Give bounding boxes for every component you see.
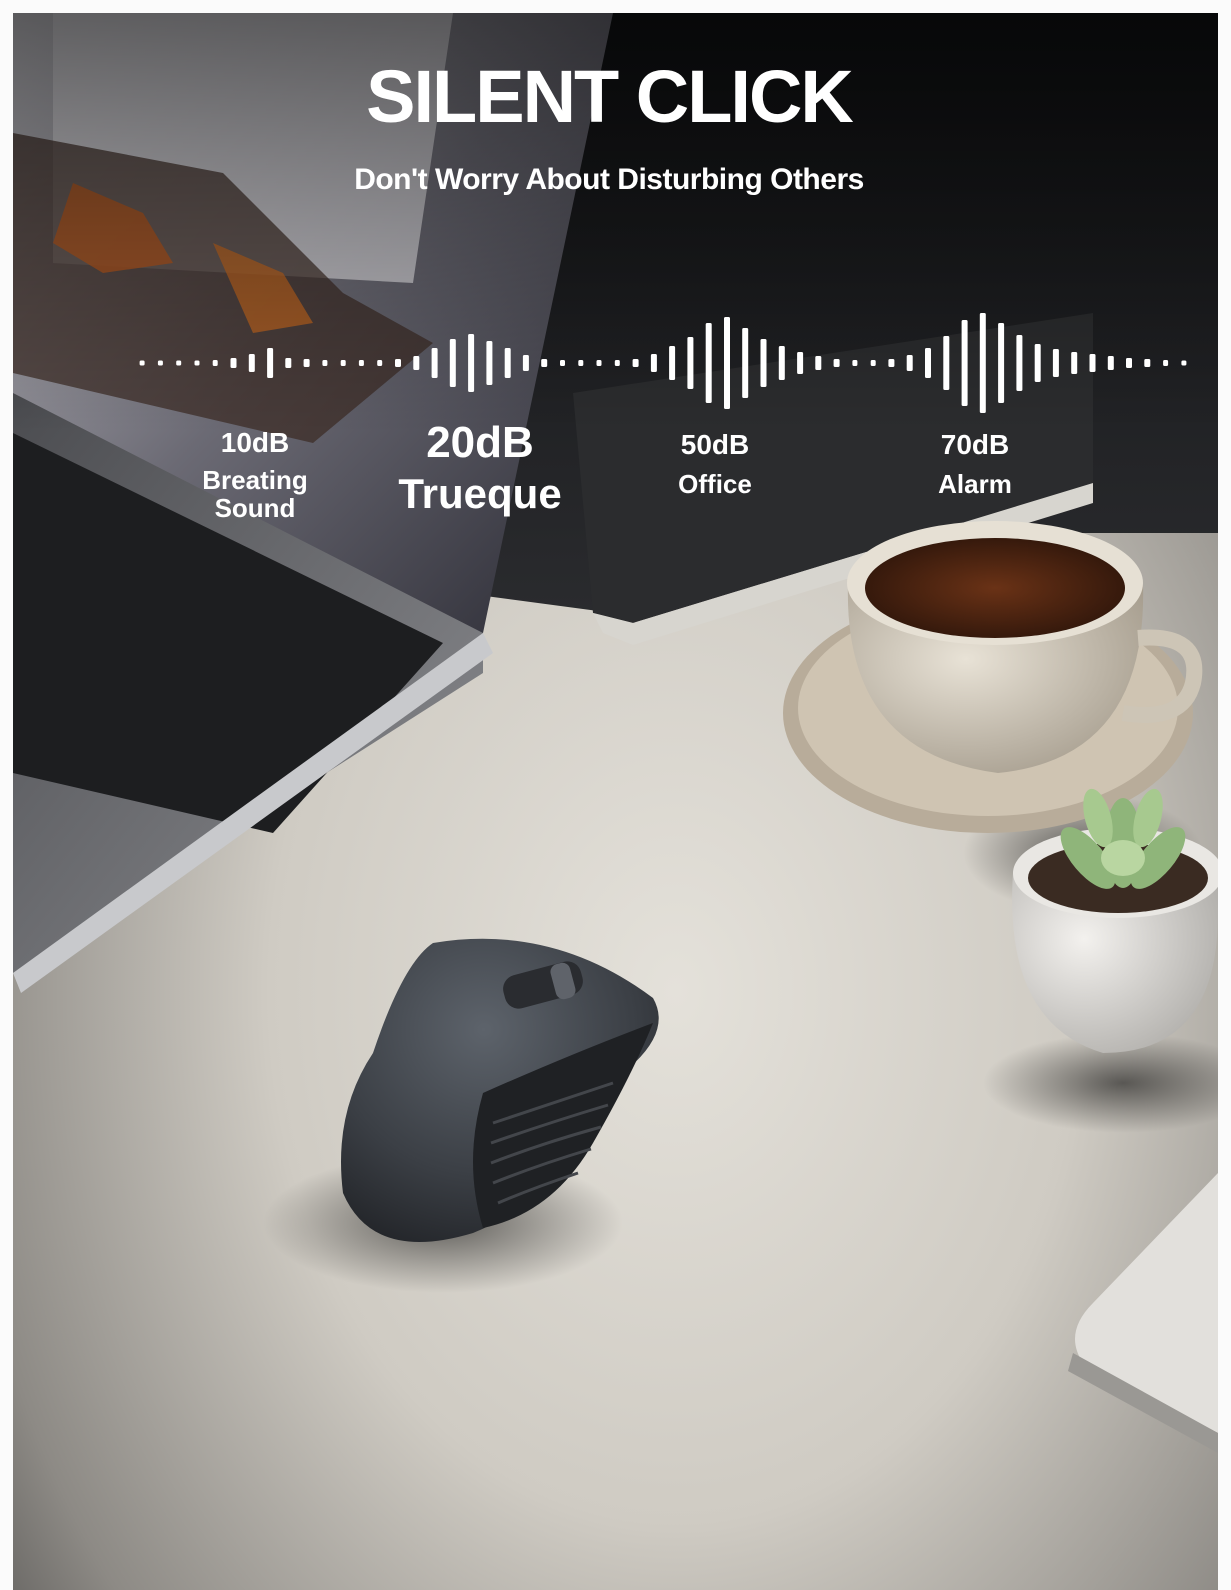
waveform-bar (504, 348, 511, 378)
waveform-bar (870, 360, 876, 366)
waveform-bar (157, 360, 163, 366)
waveform-bar (431, 348, 438, 378)
level-db: 50dB (680, 429, 750, 460)
waveform-bar (248, 354, 255, 372)
waveform-bar (139, 360, 145, 366)
waveform-bar (560, 360, 565, 366)
waveform-bar (468, 334, 475, 392)
waveform-bar (961, 320, 968, 406)
level-name: Trueque (398, 470, 562, 518)
waveform-bar (212, 360, 218, 366)
product-photo (13, 13, 1218, 1590)
waveform-bar (1071, 352, 1078, 374)
sound-waveform (139, 313, 1187, 413)
waveform-bar (285, 358, 292, 368)
waveform-bar (322, 360, 328, 366)
waveform-bar (395, 359, 401, 367)
waveform-bar (541, 359, 548, 367)
waveform-bar (1034, 344, 1041, 382)
waveform-bar (578, 360, 584, 366)
waveform-bar (705, 323, 712, 403)
waveform-bar (1144, 359, 1151, 367)
waveform-bar (377, 360, 383, 366)
waveform-bar (815, 356, 822, 370)
waveform-bar (833, 359, 840, 367)
waveform-bar (925, 348, 931, 378)
waveform-bar (650, 354, 657, 372)
waveform-bar (1052, 349, 1059, 377)
waveform-bar (888, 359, 895, 367)
waveform-bar (943, 336, 950, 390)
waveform-bar (614, 360, 620, 366)
waveform-bar (742, 328, 749, 398)
waveform-bar (303, 359, 310, 367)
subheadline: Don't Worry About Disturbing Others (354, 163, 864, 196)
level-name: Office (678, 469, 752, 500)
waveform-bar (176, 360, 182, 366)
waveform-bar (340, 360, 346, 366)
level-db: 10dB (220, 427, 290, 458)
waveform-bar (194, 360, 200, 366)
waveform-bar (778, 346, 785, 380)
waveform-bar (358, 360, 364, 366)
waveform-bar (1163, 360, 1169, 366)
waveform-bar (669, 346, 676, 380)
level-name: Breating (202, 465, 308, 496)
level-db: 70dB (940, 429, 1010, 460)
level-db: 20dB (426, 418, 534, 467)
waveform-bar (1126, 358, 1132, 368)
waveform-bar (1089, 354, 1096, 372)
level-70db: 70dB Alarm (900, 430, 1050, 499)
waveform-bar (230, 358, 237, 368)
tea (865, 538, 1125, 638)
level-10db: 10dB Breating Sound (180, 428, 330, 522)
waveform-bar (998, 323, 1005, 403)
waveform-bar (1181, 360, 1187, 366)
level-20db: 20dB Trueque (370, 418, 590, 518)
desk-scene (13, 13, 1218, 1590)
level-50db: 50dB Office (640, 430, 790, 499)
waveform-bar (724, 317, 730, 409)
waveform-bar (687, 337, 694, 389)
waveform-bar (797, 352, 804, 374)
waveform-bar (979, 313, 986, 413)
page-frame: SILENT CLICK Don't Worry About Disturbin… (0, 0, 1231, 1590)
waveform-bar (906, 355, 913, 371)
waveform-bar (522, 355, 529, 371)
waveform-bar (413, 356, 420, 370)
waveform-bar (760, 339, 767, 387)
headline: SILENT CLICK (366, 55, 854, 138)
waveform-bar (852, 360, 858, 366)
waveform-bar (267, 348, 274, 378)
waveform-bar (1107, 356, 1114, 370)
level-name: Alarm (938, 469, 1012, 500)
waveform-bar (632, 359, 639, 367)
waveform-bar (1016, 335, 1023, 391)
waveform-bar (449, 339, 456, 387)
waveform-bar (596, 360, 602, 366)
waveform-bar (486, 341, 493, 385)
level-name-2: Sound (214, 492, 296, 523)
